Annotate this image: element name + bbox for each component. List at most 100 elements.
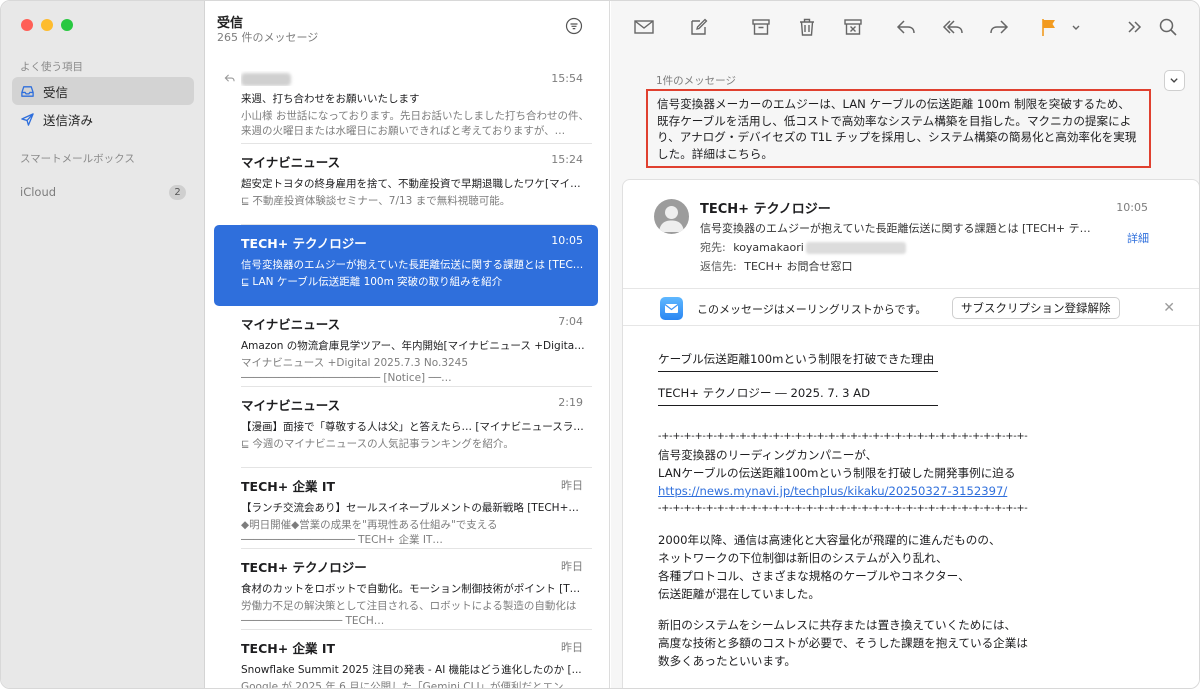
summary-icon: ⊑	[241, 277, 250, 288]
minimize-window-button[interactable]	[41, 19, 53, 31]
body-heading: ケーブル伝送距離100mという制限を打破できた理由	[658, 352, 935, 366]
reply-to-address[interactable]: TECH+ お問合せ窓口	[744, 260, 852, 273]
body-paragraph: 新旧のシステムをシームレスに共存または置き換えていくためには、 高度な技術と多額…	[658, 616, 1158, 670]
body-line: 数多くあったといいます。	[658, 654, 796, 668]
compose-icon	[691, 18, 708, 35]
sidebar-item-inbox[interactable]: 受信	[12, 77, 194, 105]
chevron-down-icon	[1170, 78, 1178, 83]
message-body: ケーブル伝送距離100mという制限を打破できた理由 TECH+ テクノロジー ―…	[658, 350, 1158, 683]
blurred-sender-name	[241, 73, 291, 86]
body-line: 信号変換器のリーディングカンパニーが、	[658, 448, 878, 462]
sidebar: よく使う項目 受信 送信済み スマートメールボックス iCloud 2	[1, 1, 205, 688]
list-item[interactable]: TECH+ 企業 IT 昨日 【ランチ交流会あり】セールスイネーブルメントの最新…	[214, 468, 598, 549]
separator-line: -+-+-+-+-+-+-+-+-+-+-+-+-+-+-+-+-+-+-+-+…	[658, 503, 1028, 514]
avatar	[654, 199, 689, 234]
body-line: 2000年以降、通信は高速化と大容量化が飛躍的に進んだものの、	[658, 533, 1001, 547]
reply-button[interactable]	[895, 16, 917, 38]
flag-menu-button[interactable]	[1070, 16, 1082, 38]
body-byline: TECH+ テクノロジー ― 2025. 7. 3 AD	[658, 386, 870, 400]
reply-all-icon	[942, 20, 963, 34]
sidebar-item-sent[interactable]: 送信済み	[12, 105, 194, 133]
message-sender	[241, 71, 590, 86]
body-line: ネットワークの下位制御は新旧のシステムが入り乱れ、	[658, 551, 948, 565]
message-subject: 【ランチ交流会あり】セールスイネーブルメントの最新戦略 [TECH+…	[241, 502, 579, 514]
message-subject: 【漫画】面接で「尊敬する人は父」と答えたら… [マイナビニュースライ…	[241, 421, 590, 433]
list-item[interactable]: マイナビニュース 15:24 超安定トヨタの終身雇用を捨て、不動産投資で早期退職…	[214, 144, 598, 225]
message-subject: 来週、打ち合わせをお願いいたします	[241, 93, 420, 105]
message-time: 15:54	[551, 72, 583, 85]
expand-thread-button[interactable]	[1164, 70, 1185, 91]
list-item[interactable]: TECH+ テクノロジー 昨日 食材のカットをロボットで自動化。モーション制御技…	[214, 549, 598, 630]
more-toolbar-button[interactable]	[1124, 16, 1146, 38]
delete-button[interactable]	[796, 16, 818, 38]
chevron-double-right-icon	[1128, 21, 1142, 33]
message-preview: ⊑ 不動産投資体験談セミナー、7/13 まで無料視聴可能。	[241, 194, 590, 224]
message-time: 10:05	[551, 234, 583, 247]
compose-button[interactable]	[688, 16, 710, 38]
window-controls	[21, 19, 73, 31]
forward-button[interactable]	[988, 16, 1010, 38]
list-item-selected[interactable]: TECH+ テクノロジー 10:05 信号変換器のエムジーが抱えていた長距離伝送…	[214, 225, 598, 306]
message-count: 265 件のメッセージ	[217, 31, 319, 44]
sidebar-item-label: 送信済み	[43, 112, 94, 128]
sidebar-item-label: 受信	[43, 84, 69, 100]
replied-icon	[224, 74, 235, 82]
mailing-list-banner: このメッセージはメーリングリストからです。 サブスクリプション登録解除 ✕	[623, 288, 1199, 326]
smart-mailboxes-heading[interactable]: スマートメールボックス	[20, 151, 135, 166]
reply-all-button[interactable]	[942, 16, 964, 38]
mail-window: よく使う項目 受信 送信済み スマートメールボックス iCloud 2 受信 2…	[0, 0, 1200, 689]
list-item[interactable]: マイナビニュース 7:04 Amazon の物流倉庫見学ツアー、年内開始[マイナ…	[214, 306, 598, 387]
list-item[interactable]: 15:54 来週、打ち合わせをお願いいたします 小山様 お世話になっております。…	[214, 63, 598, 144]
zoom-window-button[interactable]	[61, 19, 73, 31]
summary-icon: ⊑	[241, 439, 250, 450]
sender-name: TECH+ テクノロジー	[700, 202, 831, 217]
blurred-address	[805, 242, 906, 254]
archive-button[interactable]	[750, 16, 772, 38]
list-item[interactable]: マイナビニュース 2:19 【漫画】面接で「尊敬する人は父」と答えたら… [マイ…	[214, 387, 598, 468]
message-card: TECH+ テクノロジー 10:05 信号変換器のエムジーが抱えていた長距離伝送…	[622, 179, 1199, 688]
message-time: 15:24	[551, 153, 583, 166]
junk-icon	[844, 19, 862, 35]
sidebar-item-label: iCloud	[20, 185, 57, 199]
body-paragraph: 2000年以降、通信は高速化と大容量化が飛躍的に進んだものの、 ネットワークの下…	[658, 531, 1158, 603]
unsubscribe-button[interactable]: サブスクリプション登録解除	[952, 297, 1120, 319]
message-preview-text: LAN ケーブル伝送距離 100m 突破の取り組みを紹介	[252, 276, 503, 288]
flag-button[interactable]	[1038, 16, 1060, 38]
to-row: 宛先: koyamakaori	[700, 239, 906, 255]
list-item[interactable]: TECH+ 企業 IT 昨日 Snowflake Summit 2025 注目の…	[214, 630, 598, 689]
message-time: 昨日	[561, 641, 583, 654]
message-subject: Snowflake Summit 2025 注目の発表 - AI 機能はどう進化…	[241, 664, 582, 676]
message-preview: Google が 2025 年 6 月に公開した「Gemini CLI」が便利だ…	[241, 681, 564, 689]
body-line: 新旧のシステムをシームレスに共存または置き換えていくためには、	[658, 618, 1017, 632]
junk-button[interactable]	[842, 16, 864, 38]
details-link[interactable]: 詳細	[1127, 230, 1149, 246]
message-subject: 信号変換器のエムジーが抱えていた長距離伝送に関する課題とは [TECH+ テ…	[700, 222, 1091, 235]
toolbar	[611, 1, 1199, 53]
reply-to-row: 返信先: TECH+ お問合せ窓口	[700, 258, 853, 274]
message-sender: TECH+ テクノロジー	[241, 236, 367, 251]
message-preview: ◆明日開催◆営業の成果を"再現性ある仕組み"で支える ─────────────…	[241, 519, 498, 546]
banner-text: このメッセージはメーリングリストからです。	[697, 303, 927, 316]
filter-icon[interactable]	[565, 17, 583, 35]
close-icon[interactable]: ✕	[1163, 300, 1175, 316]
message-subject: 食材のカットをロボットで自動化。モーション制御技術がポイント [T…	[241, 583, 581, 595]
message-time: 2:19	[558, 396, 583, 409]
message-sender: TECH+ テクノロジー	[241, 560, 367, 575]
to-label: 宛先:	[700, 241, 726, 254]
reply-icon	[896, 20, 915, 34]
person-icon	[659, 206, 684, 232]
article-link[interactable]: https://news.mynavi.jp/techplus/kikaku/2…	[658, 482, 1158, 500]
sidebar-item-icloud[interactable]: iCloud 2	[12, 178, 194, 206]
message-sender: マイナビニュース	[241, 317, 341, 332]
reply-to-label: 返信先:	[700, 260, 737, 273]
get-mail-button[interactable]	[633, 16, 655, 38]
message-time: 昨日	[561, 560, 583, 573]
to-address[interactable]: koyamakaori	[733, 241, 804, 254]
close-window-button[interactable]	[21, 19, 33, 31]
message-preview-text: 今週のマイナビニュースの人気記事ランキングを紹介。	[252, 438, 514, 450]
message-preview: ⊑ LAN ケーブル伝送距離 100m 突破の取り組みを紹介	[241, 275, 590, 305]
message-sender: TECH+ 企業 IT	[241, 479, 336, 494]
message-preview: ⊑ 今週のマイナビニュースの人気記事ランキングを紹介。	[241, 437, 590, 467]
search-icon	[1159, 18, 1177, 36]
search-button[interactable]	[1157, 16, 1179, 38]
